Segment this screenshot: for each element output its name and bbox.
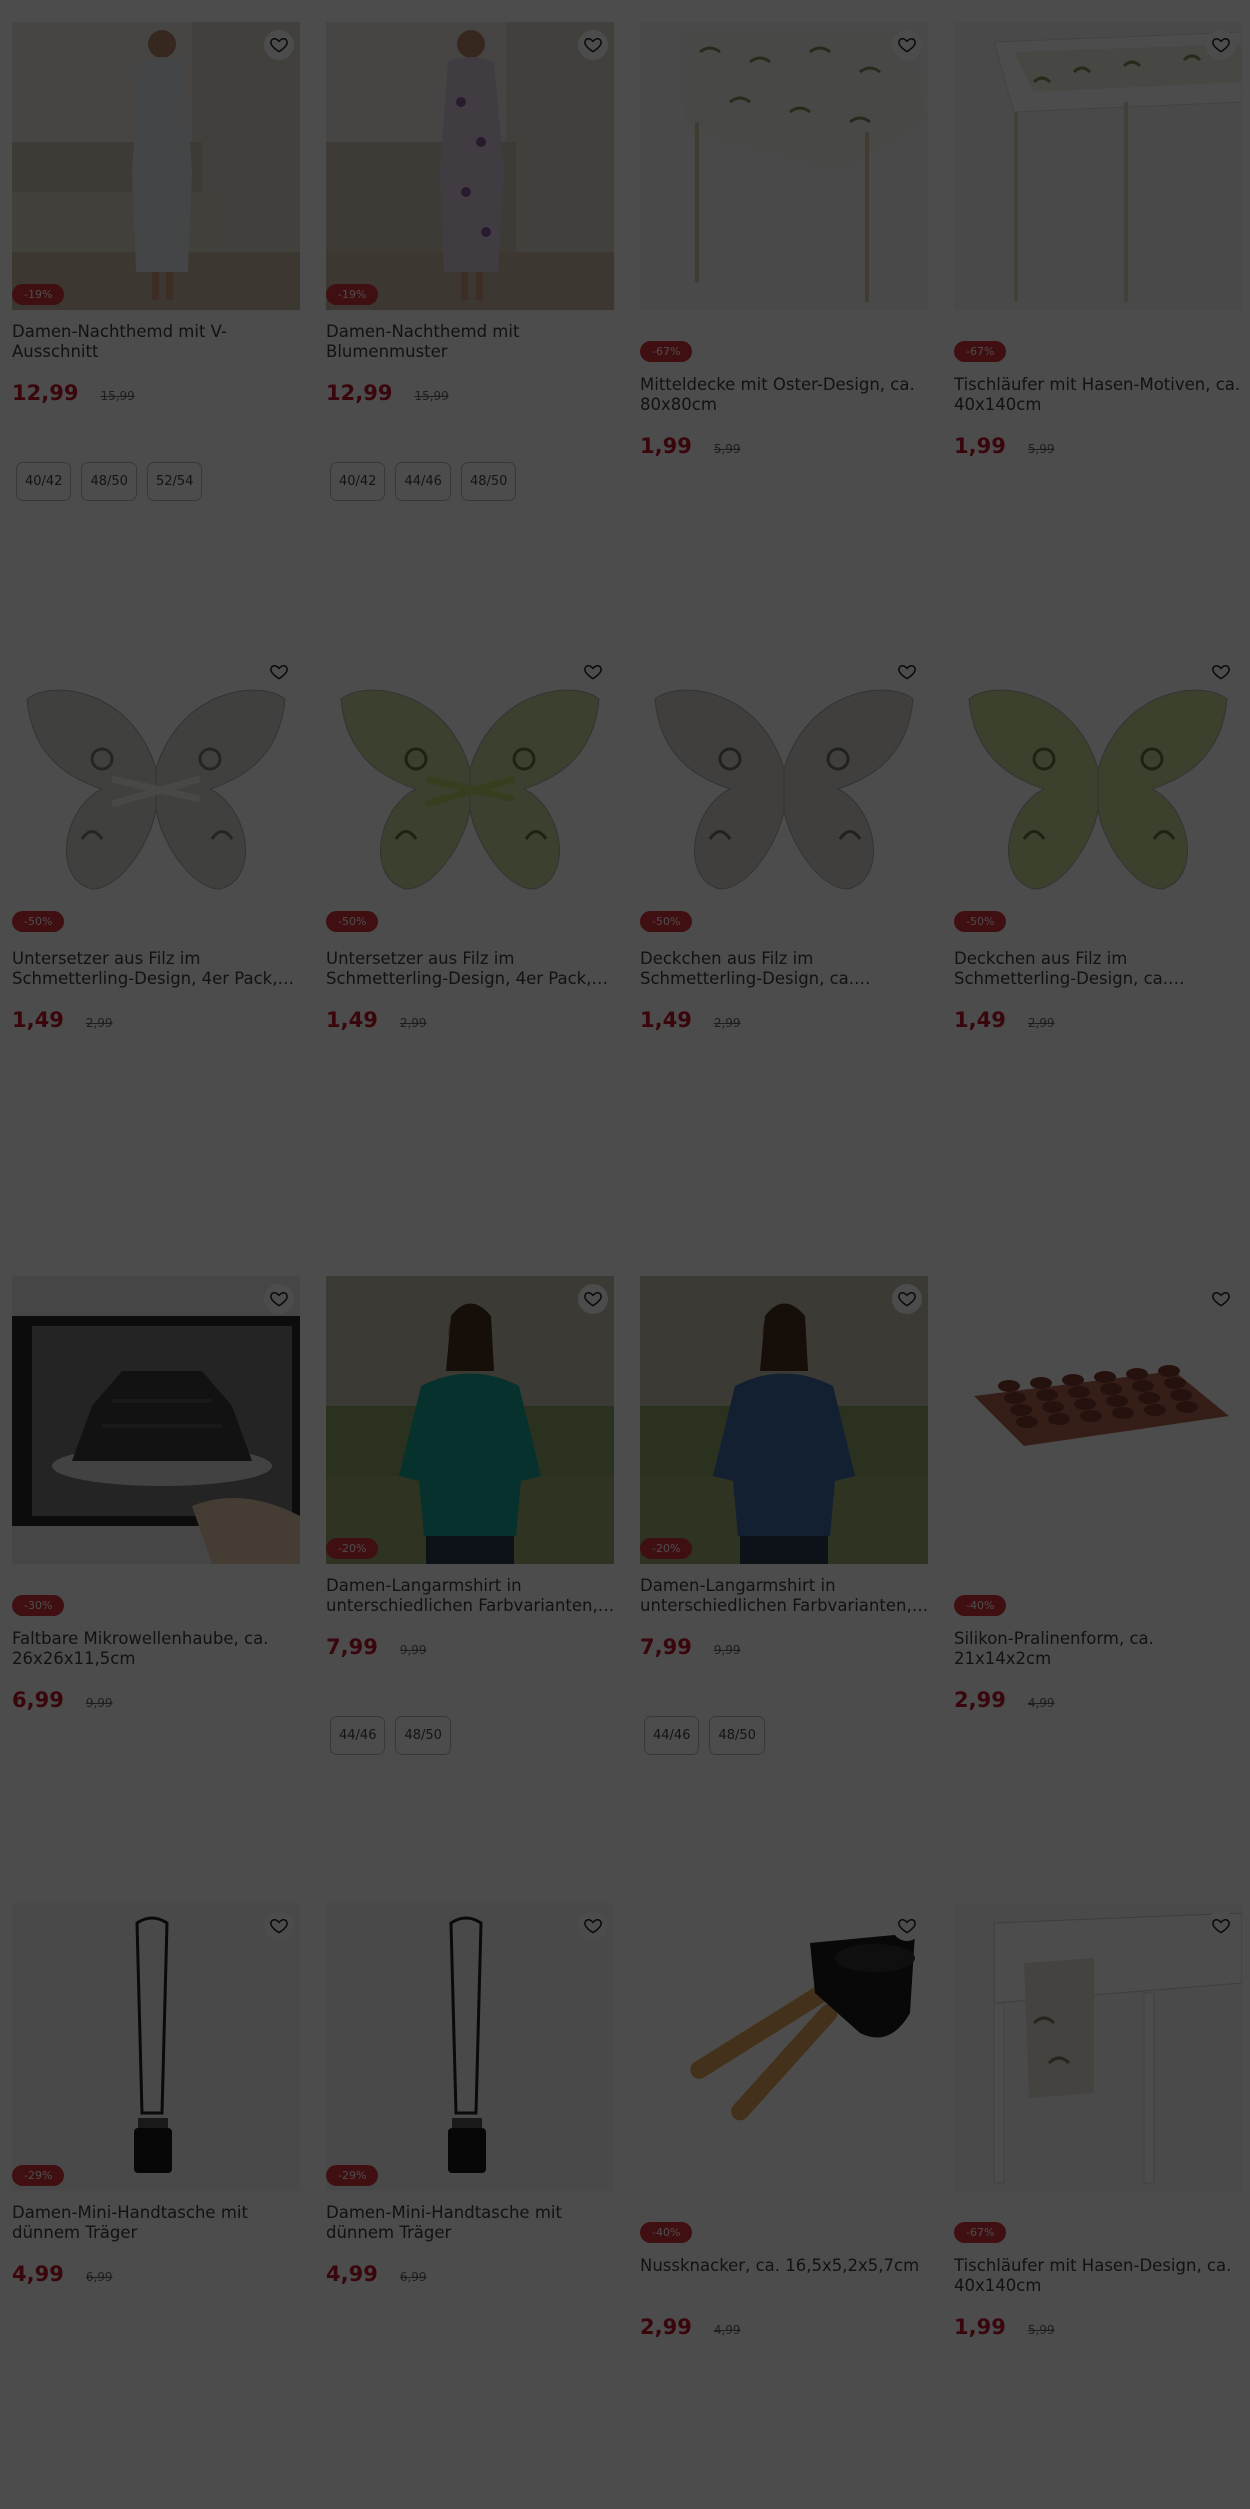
- modal-backdrop-overlay[interactable]: [0, 0, 1250, 2509]
